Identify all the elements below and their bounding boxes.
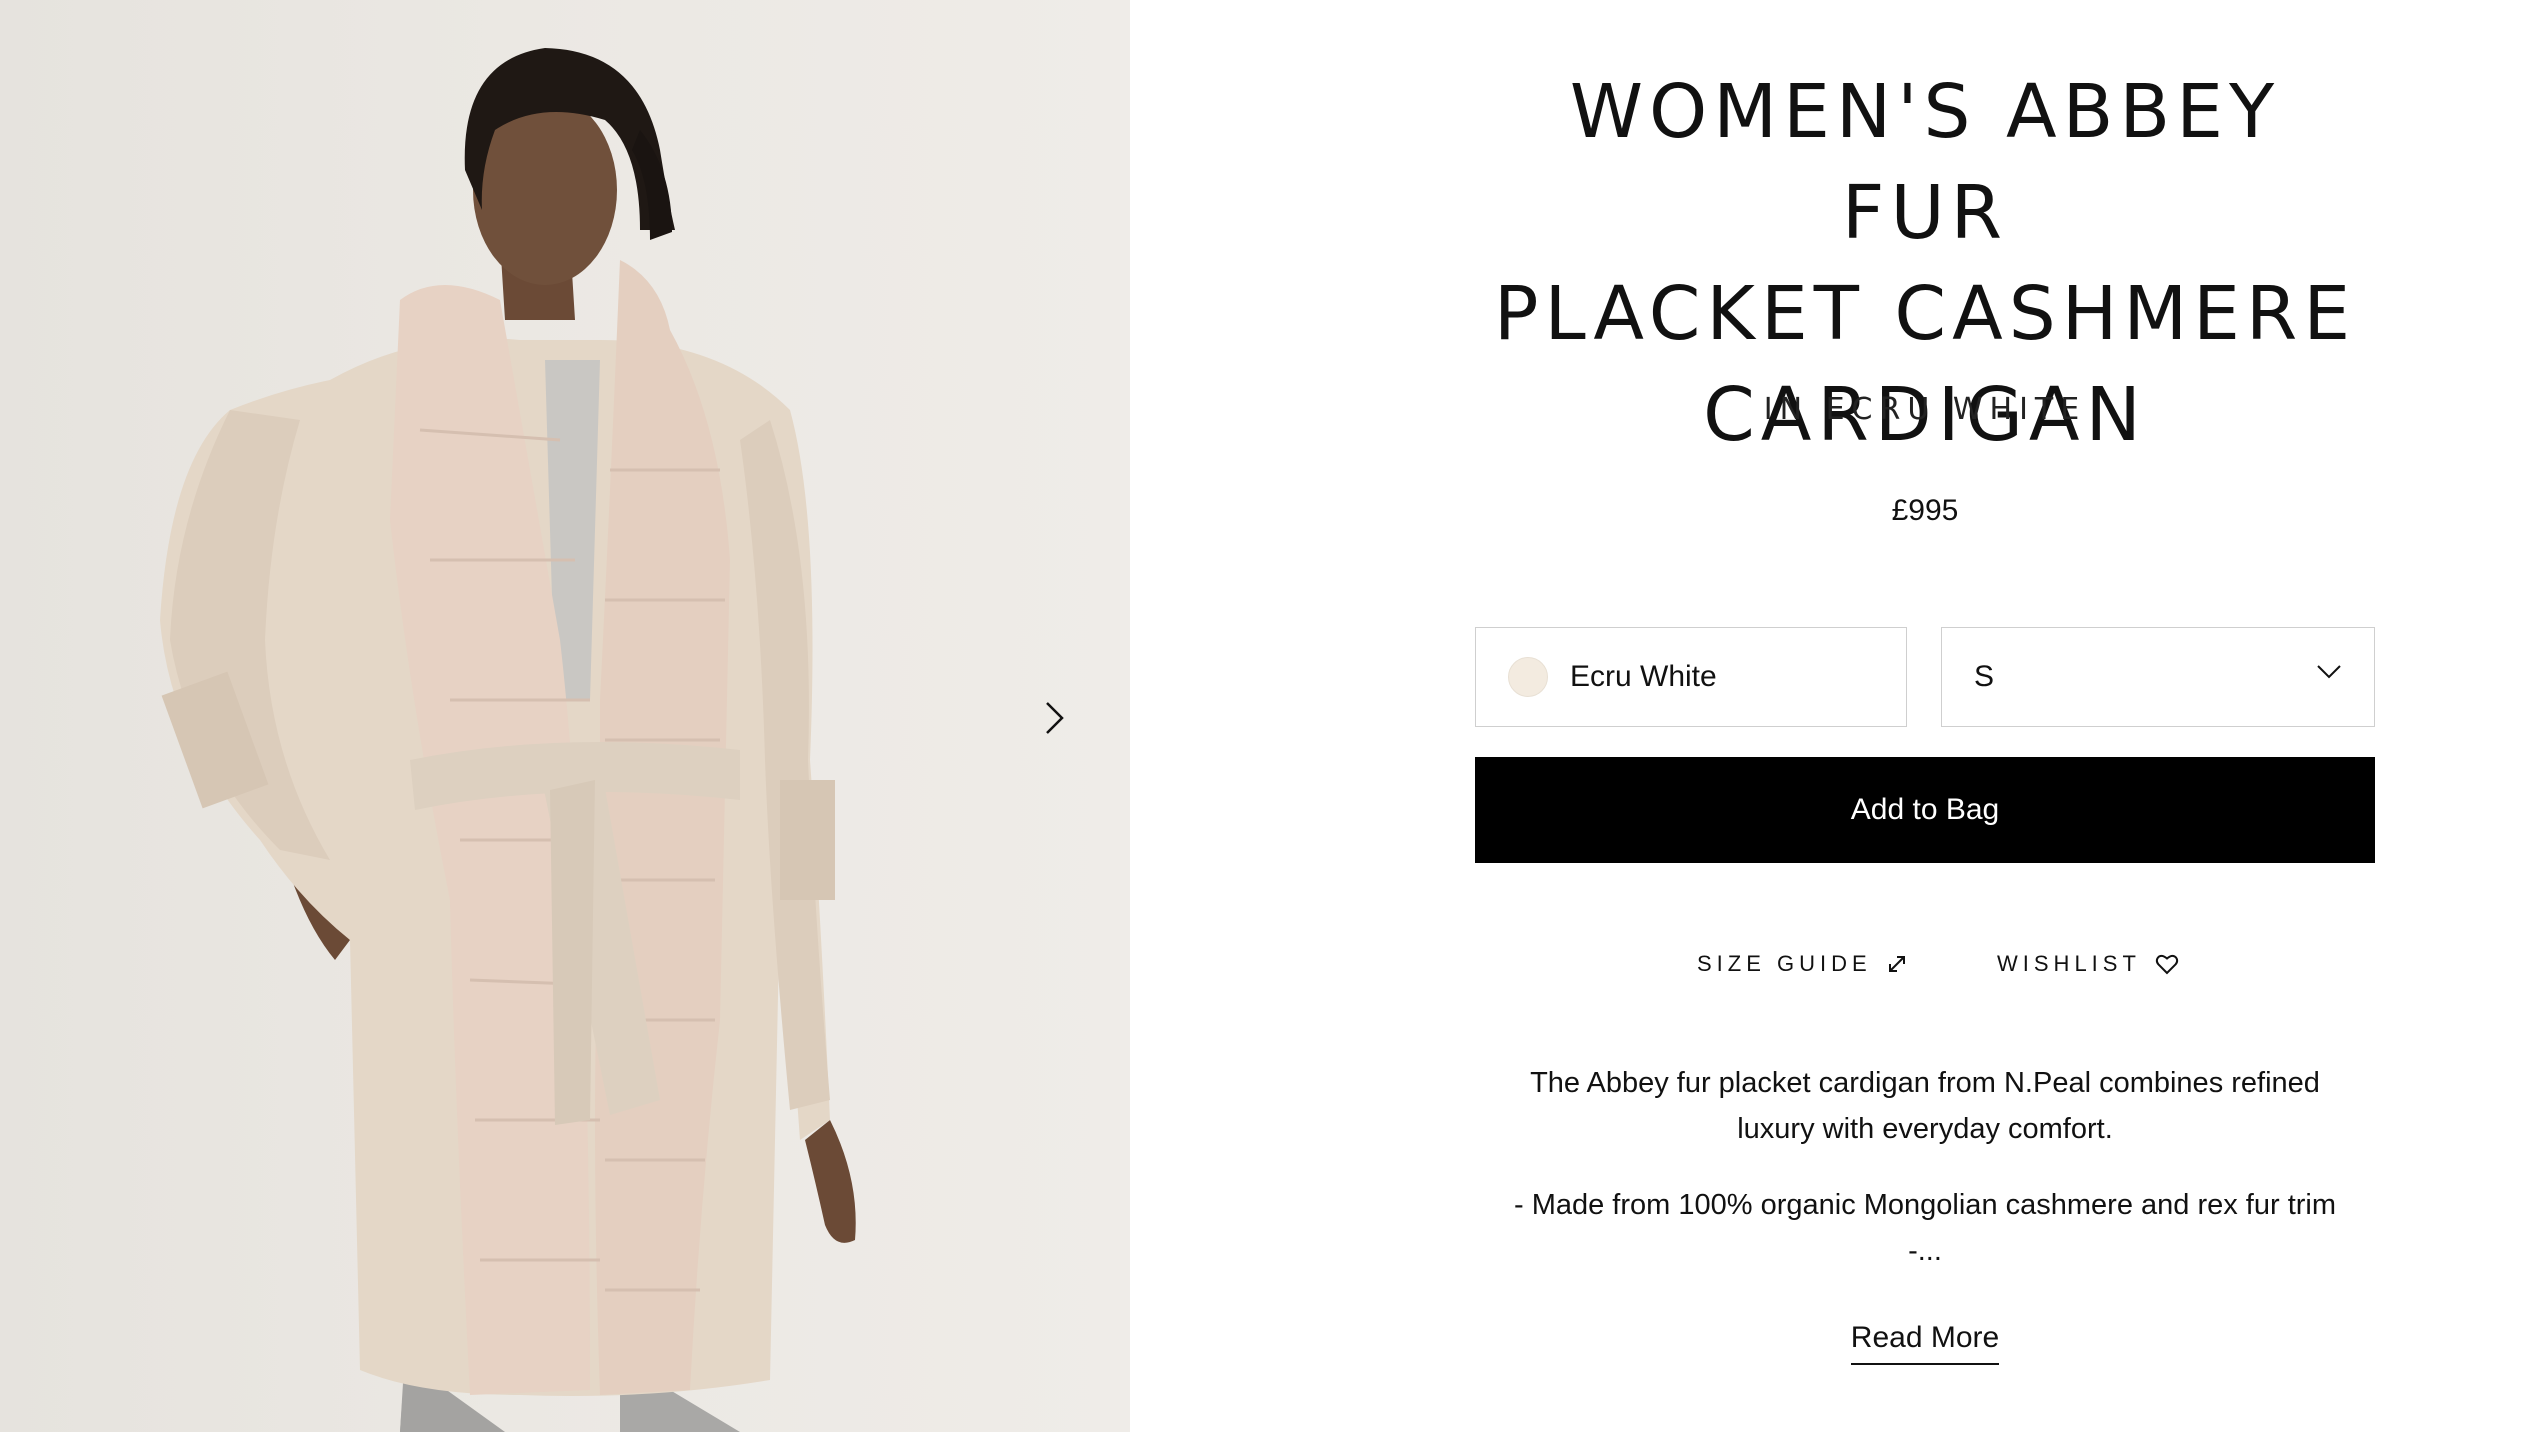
size-guide-link[interactable]: SIZE GUIDE <box>1697 951 1908 977</box>
read-more-container: Read More <box>1475 1321 2375 1365</box>
product-actions: SIZE GUIDE WISHLIST <box>1475 951 2375 991</box>
wishlist-link[interactable]: WISHLIST <box>1997 951 2179 977</box>
description-bullet-2: -... <box>1908 1235 1942 1267</box>
product-title-line-1: WOMEN'S ABBEY FUR <box>1569 69 2281 256</box>
colour-selected-value: Ecru White <box>1570 660 1717 693</box>
chevron-down-icon <box>2317 665 2341 679</box>
product-price: £995 <box>1891 494 1959 527</box>
next-image-button[interactable] <box>1044 700 1092 748</box>
add-to-bag-button[interactable]: Add to Bag <box>1475 757 2375 863</box>
wishlist-label: WISHLIST <box>1997 951 2141 976</box>
product-image <box>160 48 856 1432</box>
size-guide-label: SIZE GUIDE <box>1697 951 1872 976</box>
description-bullet-1: - Made from 100% organic Mongolian cashm… <box>1513 1189 2337 1221</box>
heart-icon <box>2155 954 2179 975</box>
expand-icon <box>1888 956 1905 972</box>
chevron-right-icon <box>1046 702 1064 734</box>
size-selected-value: S <box>1974 660 1995 693</box>
description-intro: The Abbey fur placket cardigan from N.Pe… <box>1530 1067 2320 1145</box>
colour-selector[interactable]: Ecru White <box>1475 627 1907 727</box>
read-more-link[interactable]: Read More <box>1850 1321 2000 1365</box>
product-image-gallery[interactable] <box>0 0 1130 1432</box>
product-details-panel: WOMEN'S ABBEY FUR PLACKET CASHMERE CARDI… <box>1475 0 2375 1432</box>
colour-heading: IN ECRU WHITE <box>1763 392 2087 427</box>
product-title-line-2: PLACKET CASHMERE <box>1493 271 2357 357</box>
size-selector[interactable]: S <box>1941 627 2375 727</box>
colour-swatch <box>1508 657 1548 697</box>
